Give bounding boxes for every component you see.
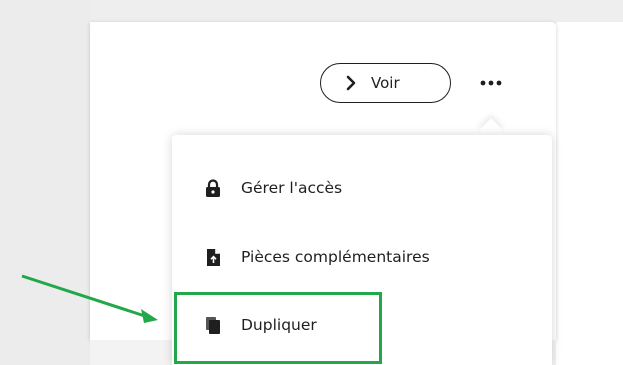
menu-item-manage-access[interactable]: Gérer l'accès — [172, 168, 552, 208]
view-button[interactable]: Voir — [320, 63, 451, 103]
chevron-right-icon — [346, 75, 356, 91]
annotation-highlight-box — [174, 292, 382, 364]
more-options-button[interactable] — [476, 70, 506, 96]
view-button-label: Voir — [371, 74, 400, 92]
more-horizontal-icon — [480, 80, 502, 86]
menu-item-additional-documents[interactable]: Pièces complémentaires — [172, 237, 552, 277]
page-background-left — [0, 0, 90, 365]
page-background-top — [90, 0, 623, 22]
menu-item-label: Pièces complémentaires — [241, 248, 430, 266]
lock-icon — [206, 178, 220, 197]
page-background-right — [556, 22, 623, 365]
menu-item-label: Gérer l'accès — [241, 179, 343, 197]
file-upload-icon — [206, 248, 220, 266]
